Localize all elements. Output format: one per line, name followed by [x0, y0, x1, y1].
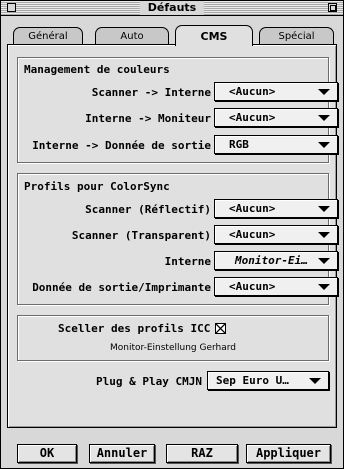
tab-general[interactable]: Général [13, 27, 83, 44]
tab-special[interactable]: Spécial [259, 27, 334, 44]
popup-value: Monitor-Ei… [235, 254, 308, 267]
apply-button[interactable]: Appliquer [246, 444, 331, 463]
internal-to-monitor-label: Interne -> Moniteur [85, 112, 211, 125]
popup-value: <Aucun> [229, 111, 276, 124]
tab-cms[interactable]: CMS [175, 25, 253, 46]
internal-to-output-popup[interactable]: RGB [214, 135, 338, 154]
chevron-down-icon [318, 232, 330, 238]
colorsync-title: Profils pour ColorSync [24, 180, 170, 193]
seal-profiles-group: Sceller des profils ICC Monitor-Einstell… [17, 315, 329, 361]
popup-value: RGB [229, 138, 249, 151]
chevron-down-icon [318, 115, 330, 121]
colorsync-group: Profils pour ColorSync Scanner (Réflecti… [17, 173, 338, 305]
color-management-title: Management de couleurs [24, 63, 170, 76]
popup-value: <Aucun> [229, 85, 276, 98]
chevron-down-icon [309, 378, 321, 384]
zoom-box-icon[interactable] [328, 3, 337, 12]
scanner-reflective-label: Scanner (Réflectif) [85, 203, 211, 216]
scanner-to-internal-label: Scanner -> Interne [91, 86, 211, 99]
scanner-reflective-popup[interactable]: <Aucun> [214, 199, 338, 218]
tab-auto[interactable]: Auto [95, 27, 169, 44]
popup-value: Sep Euro U… [216, 374, 289, 387]
seal-profiles-label: Sceller des profils ICC [58, 322, 211, 335]
chevron-down-icon [318, 89, 330, 95]
checkmark-icon [216, 324, 225, 333]
cms-panel: Management de couleurs Scanner -> Intern… [7, 44, 338, 428]
cancel-button[interactable]: Annuler [89, 444, 155, 463]
seal-profiles-checkbox[interactable] [215, 323, 226, 334]
scanner-transparent-popup[interactable]: <Aucun> [214, 225, 338, 244]
internal-to-output-label: Interne -> Donnée de sortie [32, 139, 211, 152]
chevron-down-icon [318, 206, 330, 212]
chevron-down-icon [318, 142, 330, 148]
chevron-down-icon [318, 258, 330, 264]
internal-profile-popup[interactable]: Monitor-Ei… [214, 251, 338, 270]
color-management-group: Management de couleurs Scanner -> Intern… [17, 57, 338, 163]
defaults-window: Défauts Général Auto CMS Spécial Managem… [0, 0, 344, 469]
plug-play-label: Plug & Play CMJN [96, 375, 202, 388]
popup-value: <Aucun> [229, 280, 276, 293]
close-box-icon[interactable] [7, 3, 16, 12]
internal-profile-label: Interne [164, 255, 211, 268]
reset-button[interactable]: RAZ [166, 444, 238, 463]
output-printer-popup[interactable]: <Aucun> [214, 277, 338, 296]
internal-to-monitor-popup[interactable]: <Aucun> [214, 108, 338, 127]
popup-value: <Aucun> [229, 202, 276, 215]
output-printer-label: Donnée de sortie/Imprimante [32, 281, 211, 294]
plug-play-popup[interactable]: Sep Euro U… [207, 371, 329, 390]
scanner-to-internal-popup[interactable]: <Aucun> [214, 82, 338, 101]
title-bar[interactable]: Défauts [1, 1, 343, 16]
seal-profile-caption: Monitor-Einstellung Gerhard [109, 343, 237, 353]
ok-button[interactable]: OK [17, 444, 77, 463]
scanner-transparent-label: Scanner (Transparent) [71, 229, 211, 242]
window-title: Défauts [139, 1, 205, 15]
chevron-down-icon [318, 284, 330, 290]
popup-value: <Aucun> [229, 228, 276, 241]
